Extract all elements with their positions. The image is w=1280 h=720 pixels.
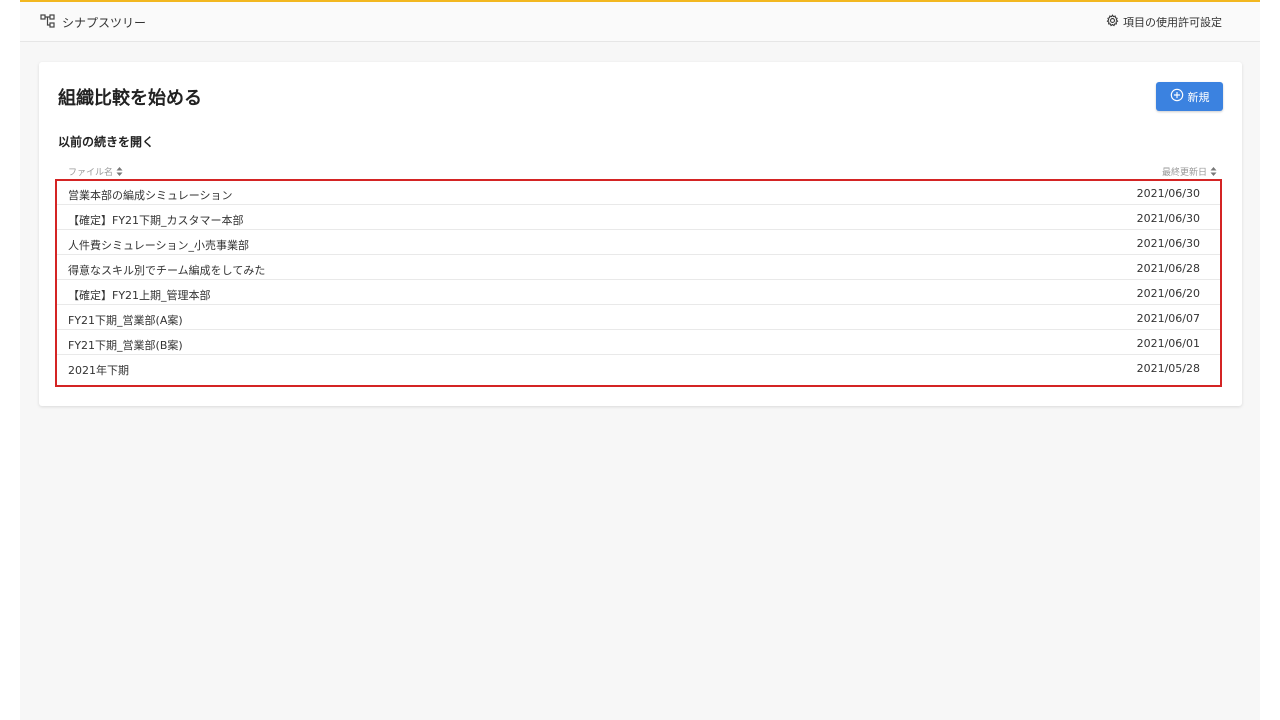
file-name: FY21下期_営業部(A案) (68, 314, 183, 327)
header-bar: シナプスツリー 項目の使用許可設定 (20, 2, 1260, 42)
section-subtitle: 以前の続きを開く (58, 135, 155, 149)
file-name: 営業本部の編成シミュレーション (68, 189, 233, 202)
file-date: 2021/06/28 (1136, 262, 1200, 275)
app-name: シナプスツリー (62, 16, 147, 30)
file-row[interactable]: FY21下期_営業部(A案) 2021/06/07 (57, 306, 1220, 330)
file-list: 営業本部の編成シミュレーション 2021/06/30 【確定】FY21下期_カス… (55, 179, 1222, 387)
sort-icon (1210, 167, 1217, 176)
file-name: 【確定】FY21下期_カスタマー本部 (68, 214, 244, 227)
page-title: 組織比較を始める (58, 88, 202, 109)
file-date: 2021/05/28 (1136, 362, 1200, 375)
file-name: FY21下期_営業部(B案) (68, 339, 183, 352)
file-row[interactable]: 営業本部の編成シミュレーション 2021/06/30 (57, 181, 1220, 205)
app-brand[interactable]: シナプスツリー (40, 13, 146, 32)
file-date: 2021/06/20 (1136, 287, 1200, 300)
column-header-filename-label: ファイル名 (68, 168, 114, 178)
file-row[interactable]: 人件費シミュレーション_小売事業部 2021/06/30 (57, 231, 1220, 255)
file-date: 2021/06/30 (1136, 187, 1200, 200)
file-row[interactable]: 【確定】FY21下期_カスタマー本部 2021/06/30 (57, 206, 1220, 230)
file-row[interactable]: 【確定】FY21上期_管理本部 2021/06/20 (57, 281, 1220, 305)
file-date: 2021/06/30 (1136, 212, 1200, 225)
file-row[interactable]: 2021年下期 2021/05/28 (57, 356, 1220, 380)
file-name: 2021年下期 (68, 364, 129, 377)
comparison-card: 組織比較を始める 新規 以前の続きを開く ファイル名 最終更新日 営業本部の編成… (39, 62, 1242, 406)
permission-settings-label: 項目の使用許可設定 (1123, 16, 1222, 29)
sort-icon (116, 167, 123, 176)
column-header-updated[interactable]: 最終更新日 (1162, 165, 1217, 178)
file-row[interactable]: FY21下期_営業部(B案) 2021/06/01 (57, 331, 1220, 355)
file-date: 2021/06/01 (1136, 337, 1200, 350)
file-name: 人件費シミュレーション_小売事業部 (68, 239, 250, 252)
gear-icon (1106, 14, 1119, 30)
plus-circle-icon (1170, 88, 1184, 105)
permission-settings-link[interactable]: 項目の使用許可設定 (1106, 14, 1222, 30)
file-date: 2021/06/30 (1136, 237, 1200, 250)
column-header-updated-label: 最終更新日 (1161, 168, 1207, 178)
column-header-filename[interactable]: ファイル名 (68, 165, 123, 178)
file-name: 【確定】FY21上期_管理本部 (68, 289, 211, 302)
new-button[interactable]: 新規 (1156, 82, 1223, 111)
tree-icon (40, 13, 56, 32)
file-row[interactable]: 得意なスキル別でチーム編成をしてみた 2021/06/28 (57, 256, 1220, 280)
file-name: 得意なスキル別でチーム編成をしてみた (68, 264, 266, 277)
file-date: 2021/06/07 (1136, 312, 1200, 325)
app-window: シナプスツリー 項目の使用許可設定 組織比較を始める 新規 以前の続きを開く フ… (20, 0, 1260, 720)
new-button-label: 新規 (1187, 90, 1210, 104)
